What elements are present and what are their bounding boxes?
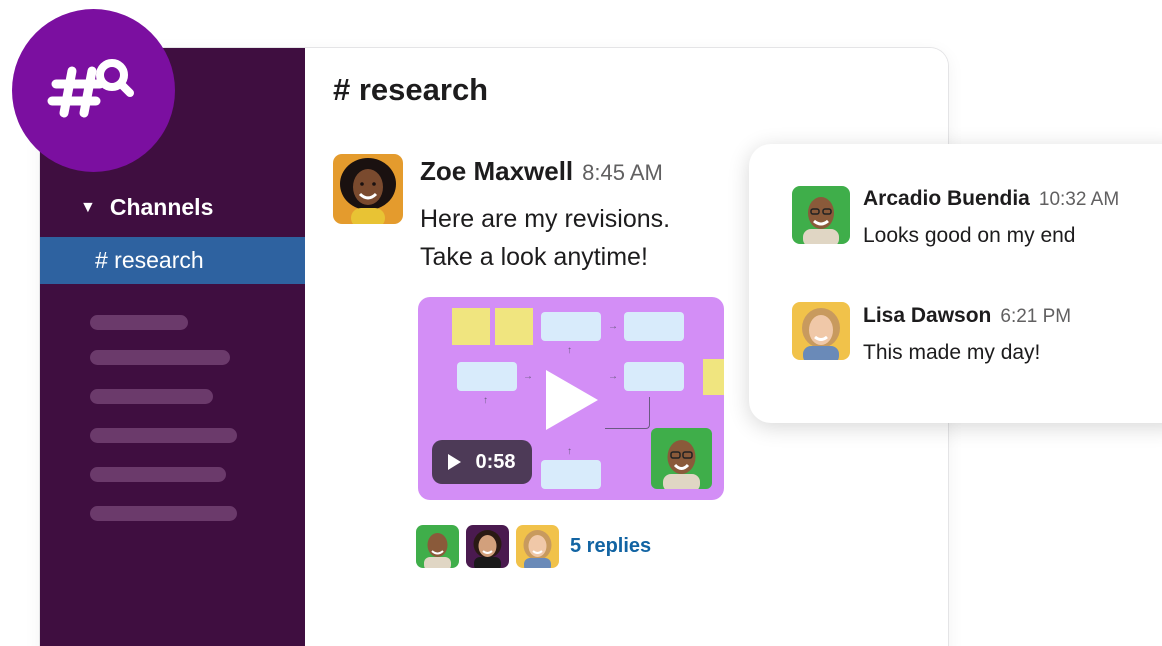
sticky-note bbox=[703, 359, 724, 395]
thread-message-author[interactable]: Arcadio Buendia bbox=[863, 187, 1030, 211]
channels-section-label: Channels bbox=[109, 194, 214, 220]
arrow-up-icon: ↑ bbox=[567, 446, 572, 457]
channel-title: # research bbox=[333, 72, 489, 107]
play-icon[interactable] bbox=[546, 370, 598, 430]
diagram-connector bbox=[605, 397, 650, 429]
avatar-lisa-dawson bbox=[516, 525, 559, 568]
thread-message-author[interactable]: Lisa Dawson bbox=[863, 304, 991, 328]
avatar-arcadio-buendia bbox=[416, 525, 459, 568]
avatar-arcadio-buendia[interactable] bbox=[792, 186, 850, 244]
message-text: Here are my revisions. Take a look anyti… bbox=[420, 200, 750, 276]
diagram-card bbox=[457, 362, 517, 391]
sidebar-placeholder-item bbox=[90, 467, 226, 482]
diagram-card bbox=[624, 362, 684, 391]
replies-link[interactable]: 5 replies bbox=[570, 535, 651, 558]
thread-message-header: Lisa Dawson 6:21 PM bbox=[863, 304, 1071, 328]
sidebar-item-research[interactable]: # research bbox=[40, 237, 305, 284]
video-duration: 0:58 bbox=[475, 450, 516, 473]
arrow-up-icon: ↑ bbox=[483, 395, 488, 406]
message-author[interactable]: Zoe Maxwell bbox=[420, 156, 573, 187]
video-attachment[interactable]: → → → ↑ ↑ ↑ 0:58 bbox=[418, 297, 724, 500]
arrow-right-icon: → bbox=[523, 371, 533, 382]
message-text-line: Here are my revisions. bbox=[420, 205, 671, 233]
hash-search-icon bbox=[12, 9, 175, 172]
play-small-icon bbox=[448, 454, 462, 470]
sticky-note bbox=[452, 308, 490, 345]
message-header: Zoe Maxwell 8:45 AM bbox=[420, 156, 663, 187]
sidebar-item-label: # research bbox=[95, 247, 204, 273]
diagram-card bbox=[541, 460, 601, 489]
sticky-note bbox=[495, 308, 533, 345]
presenter-thumbnail bbox=[651, 428, 712, 489]
thread-message-timestamp[interactable]: 10:32 AM bbox=[1039, 189, 1119, 211]
sidebar-placeholder-item bbox=[90, 315, 188, 330]
video-duration-badge[interactable]: 0:58 bbox=[432, 440, 532, 484]
thread-message-text: Looks good on my end bbox=[863, 224, 1076, 247]
diagram-card bbox=[541, 312, 601, 341]
thread-message-text: This made my day! bbox=[863, 341, 1041, 364]
sidebar-placeholder-item bbox=[90, 389, 213, 404]
channels-section-toggle[interactable]: ▼ Channels bbox=[80, 194, 213, 221]
thread-panel: Arcadio Buendia 10:32 AM Looks good on m… bbox=[749, 144, 1162, 423]
thread-replies[interactable]: 5 replies bbox=[416, 525, 651, 568]
sidebar-placeholder-item bbox=[90, 428, 237, 443]
arrow-right-icon: → bbox=[608, 371, 618, 382]
avatar-reply-user bbox=[466, 525, 509, 568]
sidebar-placeholder-item bbox=[90, 350, 230, 365]
arrow-up-icon: ↑ bbox=[567, 345, 572, 356]
diagram-card bbox=[624, 312, 684, 341]
avatar-zoe-maxwell[interactable] bbox=[333, 154, 403, 224]
message-timestamp[interactable]: 8:45 AM bbox=[582, 160, 663, 186]
message-text-line: Take a look anytime! bbox=[420, 243, 648, 271]
caret-down-icon: ▼ bbox=[80, 198, 96, 216]
thread-message-header: Arcadio Buendia 10:32 AM bbox=[863, 187, 1119, 211]
thread-message-timestamp[interactable]: 6:21 PM bbox=[1000, 306, 1071, 328]
arrow-right-icon: → bbox=[608, 321, 618, 332]
sidebar-placeholder-item bbox=[90, 506, 237, 521]
avatar-lisa-dawson[interactable] bbox=[792, 302, 850, 360]
